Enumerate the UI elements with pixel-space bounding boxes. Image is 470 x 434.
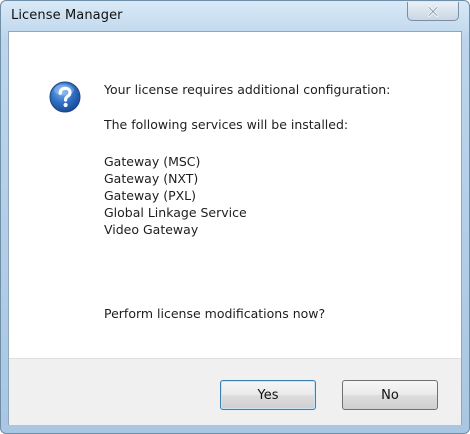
yes-button-label: Yes — [257, 387, 279, 403]
service-item: Video Gateway — [104, 222, 199, 237]
title-bar[interactable]: License Manager — [1, 1, 469, 31]
service-item: Global Linkage Service — [104, 205, 247, 220]
close-icon — [427, 5, 439, 17]
prompt-text: Perform license modifications now? — [104, 306, 326, 321]
close-button[interactable] — [407, 2, 459, 21]
message-text: Your license requires additional configu… — [104, 82, 391, 97]
button-bar: Yes No — [9, 358, 461, 425]
license-manager-window: License Manager Your license requires ad… — [0, 0, 470, 434]
service-item: Gateway (PXL) — [104, 188, 197, 203]
no-button[interactable]: No — [342, 380, 438, 410]
service-item: Gateway (MSC) — [104, 154, 201, 169]
dialog-content: Your license requires additional configu… — [8, 31, 462, 425]
services-heading: The following services will be installed… — [104, 117, 349, 132]
service-item: Gateway (NXT) — [104, 171, 199, 186]
question-icon — [49, 81, 81, 113]
window-title: License Manager — [11, 8, 123, 23]
no-button-label: No — [381, 387, 399, 403]
yes-button[interactable]: Yes — [220, 380, 316, 410]
